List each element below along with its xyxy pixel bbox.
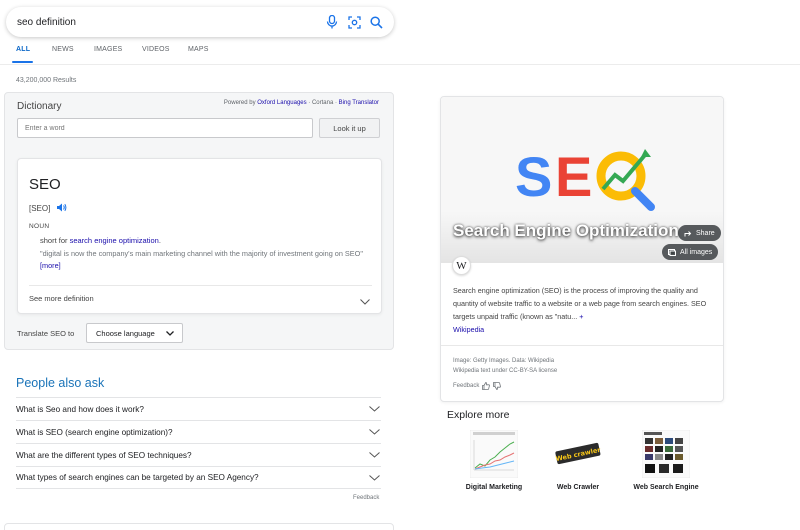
- short-for-prefix: short for: [40, 236, 70, 245]
- web-search-engine-thumbnail: [642, 430, 690, 478]
- bing-translator-link[interactable]: Bing Translator: [339, 100, 379, 106]
- knowledge-panel: S E Search Engine Optimization Share All…: [440, 96, 724, 402]
- chevron-down-icon: [369, 406, 380, 412]
- knowledge-panel-credits: Image: Getty Images. Data: Wikipedia Wik…: [453, 356, 557, 376]
- language-select[interactable]: Choose language: [86, 323, 183, 343]
- digital-marketing-thumbnail: [470, 430, 518, 478]
- see-more-definition[interactable]: See more definition: [29, 294, 94, 303]
- example-more-link[interactable]: [more]: [40, 261, 61, 270]
- short-for-link[interactable]: search engine optimization: [70, 236, 159, 245]
- paa-feedback-link[interactable]: Feedback: [353, 495, 379, 501]
- search-tabs: ALL NEWS IMAGES VIDEOS MAPS: [0, 44, 800, 65]
- images-icon: [668, 248, 676, 256]
- paa-question[interactable]: What are the different types of SEO tech…: [16, 443, 381, 466]
- thumbs-up-icon[interactable]: [482, 382, 491, 390]
- all-images-button[interactable]: All images: [662, 244, 719, 260]
- dictionary-title: Dictionary: [17, 101, 62, 112]
- phonetic-text: [SEO]: [29, 204, 51, 213]
- knowledge-panel-title: Search Engine Optimization: [453, 221, 679, 240]
- paa-question[interactable]: What is Seo and how does it work?: [16, 397, 381, 420]
- language-select-value: Choose language: [96, 328, 155, 338]
- chevron-down-icon[interactable]: [360, 292, 370, 310]
- wikipedia-logo-icon: W: [452, 256, 471, 275]
- tab-all[interactable]: ALL: [16, 46, 30, 53]
- people-also-ask-title: People also ask: [16, 376, 105, 390]
- seo-logo-letter-e: E: [555, 145, 592, 208]
- powered-prefix: Powered by: [223, 100, 258, 106]
- share-label: Share: [696, 229, 715, 237]
- web-crawler-thumbnail: Web crawler: [554, 430, 602, 478]
- explore-item-label: Digital Marketing: [465, 484, 523, 491]
- example-text: "digital is now the company's main marke…: [40, 249, 363, 258]
- definition-word: SEO: [29, 176, 61, 193]
- wikipedia-source-link[interactable]: Wikipedia: [453, 325, 484, 334]
- tab-images[interactable]: IMAGES: [94, 46, 122, 53]
- dictionary-card: Dictionary Powered by Oxford Languages ·…: [4, 92, 394, 350]
- speaker-icon[interactable]: [57, 203, 67, 214]
- paa-question-text: What types of search engines can be targ…: [16, 473, 259, 482]
- divider: [441, 345, 723, 346]
- next-result-card: [4, 523, 394, 530]
- expand-description-icon[interactable]: +: [579, 312, 583, 321]
- part-of-speech: NOUN: [29, 223, 50, 230]
- divider: [29, 285, 372, 286]
- active-tab-indicator: [12, 61, 33, 63]
- explore-more-title: Explore more: [447, 409, 510, 421]
- paa-question[interactable]: What is SEO (search engine optimization)…: [16, 420, 381, 443]
- share-button[interactable]: Share: [678, 225, 721, 241]
- text-license: Wikipedia text under CC-BY-SA license: [453, 368, 558, 374]
- microphone-icon[interactable]: [324, 14, 340, 30]
- thumbs-down-icon[interactable]: [493, 382, 502, 390]
- knowledge-panel-description: Search engine optimization (SEO) is the …: [453, 284, 711, 323]
- search-icon[interactable]: [368, 14, 384, 30]
- share-icon: [684, 230, 692, 236]
- short-for-line: short for search engine optimization.: [40, 236, 161, 245]
- explore-item-web-search-engine[interactable]: Web Search Engine: [631, 430, 701, 493]
- chevron-down-icon: [369, 474, 380, 481]
- chevron-down-icon: [166, 329, 174, 338]
- explore-item-label: Web Crawler: [556, 484, 600, 491]
- all-images-label: All images: [680, 248, 713, 256]
- definition-example: "digital is now the company's main marke…: [40, 248, 370, 271]
- tab-news[interactable]: NEWS: [52, 46, 74, 53]
- results-count: 43,200,000 Results: [16, 77, 77, 84]
- oxford-languages-link[interactable]: Oxford Languages: [257, 100, 306, 106]
- visual-search-icon[interactable]: [346, 14, 362, 30]
- seo-logo-letter-s: S: [515, 145, 552, 208]
- image-credit: Image: Getty Images. Data: Wikipedia: [453, 358, 555, 364]
- seo-logo-arrow-head: [641, 149, 651, 157]
- paa-question-text: What are the different types of SEO tech…: [16, 450, 192, 460]
- knowledge-panel-feedback: Feedback: [453, 382, 502, 390]
- definition-card: SEO [SEO] NOUN short for search engine o…: [17, 158, 382, 314]
- explore-item-web-crawler[interactable]: Web crawler Web Crawler: [543, 430, 613, 493]
- seo-logo-magnifier-handle: [631, 187, 655, 211]
- paa-question-text: What is Seo and how does it work?: [16, 404, 144, 414]
- chevron-down-icon: [369, 429, 380, 435]
- phonetic-row: [SEO]: [29, 203, 67, 214]
- paa-question-text: What is SEO (search engine optimization)…: [16, 427, 173, 437]
- paa-question[interactable]: What types of search engines can be targ…: [16, 466, 381, 489]
- chevron-down-icon: [369, 452, 380, 458]
- tab-videos[interactable]: VIDEOS: [142, 46, 170, 53]
- explore-item-label: Web Search Engine: [633, 484, 699, 491]
- search-input[interactable]: seo definition: [17, 17, 318, 28]
- look-it-up-button[interactable]: Look it up: [319, 118, 380, 138]
- tab-maps[interactable]: MAPS: [188, 46, 209, 53]
- dictionary-word-input[interactable]: [17, 118, 313, 138]
- search-bar[interactable]: seo definition: [6, 7, 394, 37]
- feedback-label: Feedback: [453, 383, 480, 389]
- explore-item-digital-marketing[interactable]: Digital Marketing: [459, 430, 529, 493]
- translate-label: Translate SEO to: [17, 329, 75, 338]
- powered-by: Powered by Oxford Languages · Cortana · …: [224, 100, 379, 106]
- short-for-suffix: .: [158, 236, 161, 245]
- powered-middle: · Cortana ·: [306, 100, 339, 106]
